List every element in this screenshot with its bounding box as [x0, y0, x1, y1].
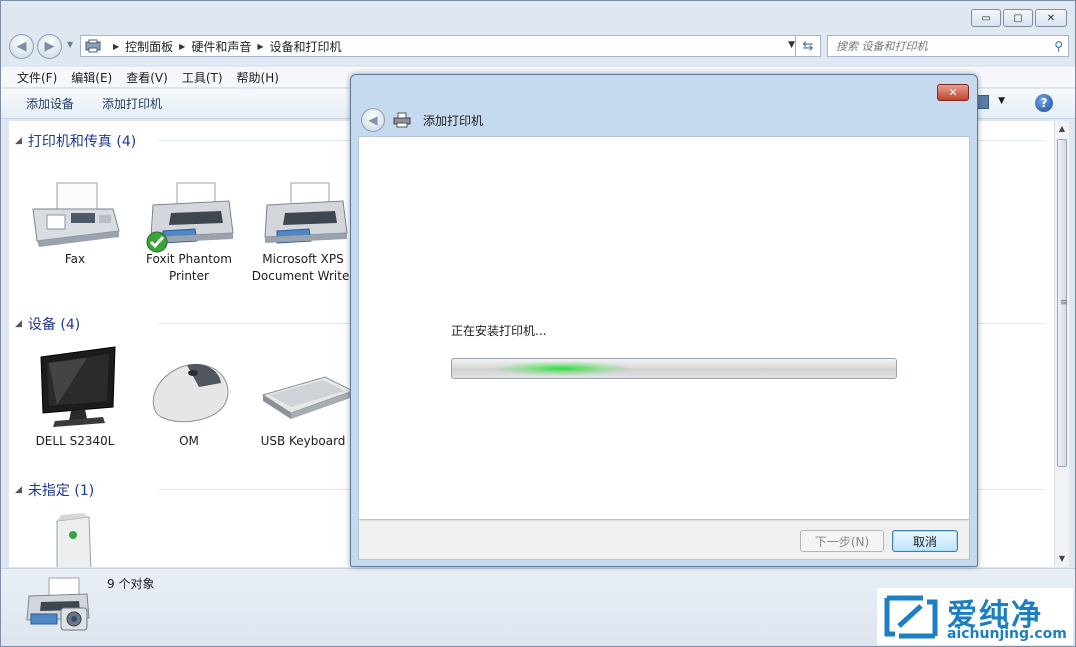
breadcrumb-control-panel[interactable]: 控制面板 — [125, 38, 173, 55]
scroll-up-arrow-icon[interactable]: ▲ — [1055, 121, 1069, 137]
control-panel-icon — [85, 39, 101, 53]
group-title: 未指定 (1) — [27, 483, 95, 499]
back-arrow-icon: ◀ — [368, 113, 378, 127]
caption-buttons: ▭ ▢ ✕ — [971, 9, 1067, 27]
group-title: 设备 (4) — [27, 317, 81, 333]
menu-tools[interactable]: 工具(T) — [182, 69, 223, 86]
printer-icon — [393, 112, 411, 128]
breadcrumb-hardware-and-sound[interactable]: 硬件和声音 — [191, 38, 251, 55]
refresh-icon: ⇆ — [802, 38, 814, 54]
breadcrumb-devices-and-printers[interactable]: 设备和打印机 — [270, 38, 342, 55]
back-arrow-icon: ◀ — [16, 39, 27, 54]
install-status-text: 正在安装打印机... — [451, 324, 547, 338]
device-item-microsoft-xps-document-writer[interactable]: Microsoft XPS Document Writer — [248, 179, 358, 285]
recent-pages-dropdown-icon[interactable]: ▼ — [67, 40, 73, 49]
dialog-body: 正在安装打印机... — [358, 136, 970, 520]
watermark-logo-icon — [884, 595, 938, 639]
vertical-scrollbar[interactable]: ▲ ≡ ▼ — [1054, 121, 1069, 567]
breadcrumb-separator-icon: ▶ — [179, 41, 186, 51]
address-dropdown-icon[interactable]: ▼ — [788, 40, 795, 50]
minimize-button[interactable]: ▭ — [971, 9, 1001, 27]
device-label: Fax — [64, 252, 86, 266]
keyboard-icon — [261, 376, 351, 419]
next-button[interactable]: 下一步(N) — [800, 530, 884, 552]
address-row: ◀ ▶ ▼ ▶ 控制面板 ▶ 硬件和声音 ▶ 设备和打印机 ▼ ⇆ ⚲ — [9, 34, 1069, 59]
group-header-devices[interactable]: ◢ 设备 (4) — [15, 314, 80, 334]
add-printer-dialog: ✕ ◀ 添加打印机 正在安装打印机... 下一步(N) 取消 — [350, 74, 978, 567]
fax-icon — [32, 182, 120, 247]
close-button[interactable]: ✕ — [1035, 9, 1067, 27]
dialog-title: 添加打印机 — [423, 113, 484, 128]
group-header-unspecified[interactable]: ◢ 未指定 (1) — [15, 480, 94, 500]
device-label: OM — [179, 434, 199, 448]
collapse-triangle-icon: ◢ — [15, 136, 22, 146]
add-printer-button[interactable]: 添加打印机 — [102, 95, 162, 112]
scroll-down-arrow-icon[interactable]: ▼ — [1055, 551, 1069, 567]
progress-marquee — [492, 361, 632, 376]
object-count: 9 个对象 — [107, 577, 155, 591]
cancel-button[interactable]: 取消 — [892, 530, 958, 552]
back-button[interactable]: ◀ — [9, 34, 34, 59]
dialog-close-button[interactable]: ✕ — [937, 84, 969, 101]
group-header-printers[interactable]: ◢ 打印机和传真 (4) — [15, 131, 136, 151]
devices-and-printers-window: ▭ ▢ ✕ ◀ ▶ ▼ ▶ 控制面板 ▶ 硬件和声音 ▶ 设备和打印机 ▼ ⇆ … — [0, 0, 1076, 647]
tower-pc-icon — [56, 513, 92, 567]
dialog-back-button[interactable]: ◀ — [361, 108, 385, 132]
monitor-icon — [40, 346, 116, 427]
help-icon[interactable]: ? — [1035, 94, 1053, 112]
scroll-grip-icon: ≡ — [1060, 298, 1068, 308]
device-item-om[interactable]: OM — [134, 343, 244, 450]
collapse-triangle-icon: ◢ — [15, 485, 22, 495]
device-item-foxit-phantom-printer[interactable]: Foxit Phantom Printer — [134, 179, 244, 285]
add-device-button[interactable]: 添加设备 — [26, 95, 74, 112]
default-printer-check-icon — [146, 231, 168, 253]
menu-edit[interactable]: 编辑(E) — [71, 69, 112, 86]
printer-icon — [264, 182, 348, 244]
watermark: 爱纯净 aichunjing.com — [877, 588, 1073, 645]
mouse-icon — [152, 363, 229, 423]
dialog-footer: 下一步(N) 取消 — [358, 520, 970, 560]
address-bar[interactable]: ▶ 控制面板 ▶ 硬件和声音 ▶ 设备和打印机 ▼ — [80, 35, 800, 57]
forward-button[interactable]: ▶ — [37, 34, 62, 59]
search-input[interactable] — [836, 39, 1036, 53]
device-label: DELL S2340L — [35, 434, 115, 448]
device-item-unspecified[interactable] — [20, 513, 130, 567]
printer-camera-icon — [26, 577, 90, 631]
search-icon[interactable]: ⚲ — [1054, 39, 1063, 53]
device-label: Foxit Phantom Printer — [146, 252, 232, 283]
menu-view[interactable]: 查看(V) — [126, 69, 168, 86]
maximize-button[interactable]: ▢ — [1003, 9, 1033, 27]
device-label: USB Keyboard — [260, 434, 346, 448]
breadcrumb-separator-icon: ▶ — [257, 41, 264, 51]
view-options-dropdown-icon[interactable]: ▼ — [998, 96, 1005, 106]
device-label: Microsoft XPS Document Writer — [251, 252, 355, 283]
scroll-thumb[interactable]: ≡ — [1057, 139, 1068, 467]
search-box[interactable]: ⚲ — [827, 35, 1069, 57]
refresh-button[interactable]: ⇆ — [795, 35, 821, 57]
menu-help[interactable]: 帮助(H) — [237, 69, 279, 86]
device-item-usb-keyboard[interactable]: USB Keyboard — [248, 343, 358, 450]
breadcrumb-separator-icon: ▶ — [113, 41, 120, 51]
dialog-header: ◀ 添加打印机 — [351, 105, 977, 135]
forward-arrow-icon: ▶ — [44, 39, 55, 54]
device-item-dell-s2340l[interactable]: DELL S2340L — [20, 343, 130, 450]
install-progress-bar — [451, 358, 897, 379]
menu-file[interactable]: 文件(F) — [17, 69, 57, 86]
collapse-triangle-icon: ◢ — [15, 319, 22, 329]
device-item-fax[interactable]: Fax — [20, 179, 130, 268]
group-title: 打印机和传真 (4) — [27, 134, 137, 150]
watermark-url-text: aichunjing.com — [947, 626, 1067, 642]
